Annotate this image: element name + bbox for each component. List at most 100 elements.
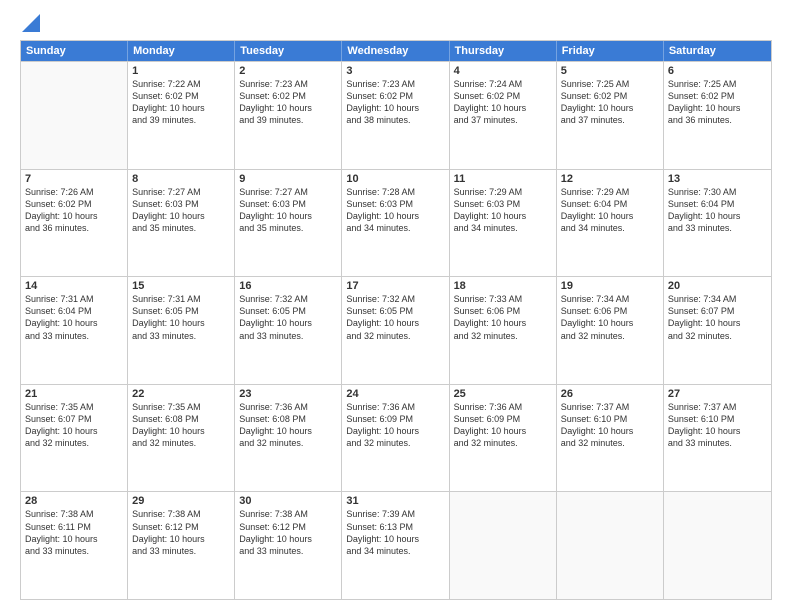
day-number: 2 <box>239 65 337 77</box>
day-header-saturday: Saturday <box>664 41 771 61</box>
week-row-3: 14Sunrise: 7:31 AM Sunset: 6:04 PM Dayli… <box>21 276 771 384</box>
day-cell-26: 26Sunrise: 7:37 AM Sunset: 6:10 PM Dayli… <box>557 385 664 492</box>
day-number: 4 <box>454 65 552 77</box>
calendar-header-row: SundayMondayTuesdayWednesdayThursdayFrid… <box>21 41 771 61</box>
day-cell-6: 6 Sunrise: 7:25 AM Sunset: 6:02 PM Daylig… <box>664 62 771 169</box>
day-cell-1: 1 Sunrise: 7:22 AM Sunset: 6:02 PM Daylig… <box>128 62 235 169</box>
day-header-thursday: Thursday <box>450 41 557 61</box>
day-number: 9 <box>239 173 337 185</box>
day-cell-16: 16 Sunrise: 7:32 AM Sunset: 6:05 PM Dayli… <box>235 277 342 384</box>
calendar-body: 1 Sunrise: 7:22 AM Sunset: 6:02 PM Daylig… <box>21 61 771 599</box>
day-details: Sunrise: 7:31 AM Sunset: 6:05 PM Dayligh… <box>132 294 205 340</box>
week-row-2: 7Sunrise: 7:26 AM Sunset: 6:02 PM Daylig… <box>21 169 771 277</box>
day-number: 27 <box>668 388 767 400</box>
day-details: Sunrise: 7:22 AM Sunset: 6:02 PM Dayligh… <box>132 79 205 125</box>
day-details: Sunrise: 7:36 AM Sunset: 6:09 PM Dayligh… <box>454 402 527 448</box>
day-details: Sunrise: 7:38 AM Sunset: 6:12 PM Dayligh… <box>132 509 205 555</box>
day-header-friday: Friday <box>557 41 664 61</box>
day-cell-24: 24 Sunrise: 7:36 AM Sunset: 6:09 PM Dayli… <box>342 385 449 492</box>
day-cell-9: 9Sunrise: 7:27 AM Sunset: 6:03 PM Daylig… <box>235 170 342 277</box>
day-number: 17 <box>346 280 444 292</box>
day-cell-8: 8Sunrise: 7:27 AM Sunset: 6:03 PM Daylig… <box>128 170 235 277</box>
day-cell-7: 7Sunrise: 7:26 AM Sunset: 6:02 PM Daylig… <box>21 170 128 277</box>
day-cell-31: 31 Sunrise: 7:39 AM Sunset: 6:13 PM Dayli… <box>342 492 449 599</box>
day-number: 11 <box>454 173 552 185</box>
day-cell-18: 18 Sunrise: 7:33 AM Sunset: 6:06 PM Dayli… <box>450 277 557 384</box>
day-details: Sunrise: 7:30 AM Sunset: 6:04 PM Dayligh… <box>668 187 741 233</box>
day-cell-27: 27 Sunrise: 7:37 AM Sunset: 6:10 PM Dayli… <box>664 385 771 492</box>
day-details: Sunrise: 7:28 AM Sunset: 6:03 PM Dayligh… <box>346 187 419 233</box>
day-cell-28: 28 Sunrise: 7:38 AM Sunset: 6:11 PM Dayli… <box>21 492 128 599</box>
day-cell-2: 2 Sunrise: 7:23 AM Sunset: 6:02 PM Daylig… <box>235 62 342 169</box>
empty-cell <box>557 492 664 599</box>
day-cell-25: 25Sunrise: 7:36 AM Sunset: 6:09 PM Dayli… <box>450 385 557 492</box>
day-cell-22: 22 Sunrise: 7:35 AM Sunset: 6:08 PM Dayli… <box>128 385 235 492</box>
day-cell-14: 14Sunrise: 7:31 AM Sunset: 6:04 PM Dayli… <box>21 277 128 384</box>
day-details: Sunrise: 7:32 AM Sunset: 6:05 PM Dayligh… <box>346 294 419 340</box>
day-details: Sunrise: 7:34 AM Sunset: 6:06 PM Dayligh… <box>561 294 634 340</box>
day-number: 19 <box>561 280 659 292</box>
empty-cell <box>450 492 557 599</box>
day-header-wednesday: Wednesday <box>342 41 449 61</box>
day-number: 8 <box>132 173 230 185</box>
day-cell-20: 20 Sunrise: 7:34 AM Sunset: 6:07 PM Dayli… <box>664 277 771 384</box>
day-details: Sunrise: 7:35 AM Sunset: 6:07 PM Dayligh… <box>25 402 98 448</box>
day-number: 16 <box>239 280 337 292</box>
day-number: 1 <box>132 65 230 77</box>
day-cell-5: 5Sunrise: 7:25 AM Sunset: 6:02 PM Daylig… <box>557 62 664 169</box>
day-header-monday: Monday <box>128 41 235 61</box>
day-details: Sunrise: 7:29 AM Sunset: 6:04 PM Dayligh… <box>561 187 634 233</box>
day-details: Sunrise: 7:25 AM Sunset: 6:02 PM Dayligh… <box>668 79 741 125</box>
logo <box>20 18 40 32</box>
empty-cell <box>21 62 128 169</box>
day-number: 28 <box>25 495 123 507</box>
day-number: 23 <box>239 388 337 400</box>
day-cell-19: 19 Sunrise: 7:34 AM Sunset: 6:06 PM Dayli… <box>557 277 664 384</box>
day-details: Sunrise: 7:23 AM Sunset: 6:02 PM Dayligh… <box>346 79 419 125</box>
day-header-sunday: Sunday <box>21 41 128 61</box>
day-details: Sunrise: 7:34 AM Sunset: 6:07 PM Dayligh… <box>668 294 741 340</box>
day-cell-30: 30 Sunrise: 7:38 AM Sunset: 6:12 PM Dayli… <box>235 492 342 599</box>
logo-triangle-icon <box>22 14 40 32</box>
day-number: 15 <box>132 280 230 292</box>
day-number: 20 <box>668 280 767 292</box>
day-cell-11: 11 Sunrise: 7:29 AM Sunset: 6:03 PM Dayli… <box>450 170 557 277</box>
day-cell-17: 17 Sunrise: 7:32 AM Sunset: 6:05 PM Dayli… <box>342 277 449 384</box>
day-cell-21: 21 Sunrise: 7:35 AM Sunset: 6:07 PM Dayli… <box>21 385 128 492</box>
day-number: 18 <box>454 280 552 292</box>
day-details: Sunrise: 7:37 AM Sunset: 6:10 PM Dayligh… <box>561 402 634 448</box>
calendar: SundayMondayTuesdayWednesdayThursdayFrid… <box>20 40 772 600</box>
day-header-tuesday: Tuesday <box>235 41 342 61</box>
day-cell-12: 12Sunrise: 7:29 AM Sunset: 6:04 PM Dayli… <box>557 170 664 277</box>
day-cell-29: 29Sunrise: 7:38 AM Sunset: 6:12 PM Dayli… <box>128 492 235 599</box>
day-number: 13 <box>668 173 767 185</box>
day-number: 5 <box>561 65 659 77</box>
day-details: Sunrise: 7:32 AM Sunset: 6:05 PM Dayligh… <box>239 294 312 340</box>
day-number: 30 <box>239 495 337 507</box>
day-details: Sunrise: 7:33 AM Sunset: 6:06 PM Dayligh… <box>454 294 527 340</box>
day-number: 31 <box>346 495 444 507</box>
day-details: Sunrise: 7:35 AM Sunset: 6:08 PM Dayligh… <box>132 402 205 448</box>
day-details: Sunrise: 7:23 AM Sunset: 6:02 PM Dayligh… <box>239 79 312 125</box>
day-number: 22 <box>132 388 230 400</box>
week-row-1: 1 Sunrise: 7:22 AM Sunset: 6:02 PM Daylig… <box>21 61 771 169</box>
day-details: Sunrise: 7:29 AM Sunset: 6:03 PM Dayligh… <box>454 187 527 233</box>
header <box>20 18 772 32</box>
day-number: 6 <box>668 65 767 77</box>
day-details: Sunrise: 7:39 AM Sunset: 6:13 PM Dayligh… <box>346 509 419 555</box>
day-cell-13: 13 Sunrise: 7:30 AM Sunset: 6:04 PM Dayli… <box>664 170 771 277</box>
day-details: Sunrise: 7:38 AM Sunset: 6:11 PM Dayligh… <box>25 509 98 555</box>
day-details: Sunrise: 7:38 AM Sunset: 6:12 PM Dayligh… <box>239 509 312 555</box>
week-row-5: 28 Sunrise: 7:38 AM Sunset: 6:11 PM Dayli… <box>21 491 771 599</box>
day-details: Sunrise: 7:36 AM Sunset: 6:09 PM Dayligh… <box>346 402 419 448</box>
day-number: 3 <box>346 65 444 77</box>
week-row-4: 21 Sunrise: 7:35 AM Sunset: 6:07 PM Dayli… <box>21 384 771 492</box>
day-number: 7 <box>25 173 123 185</box>
day-number: 24 <box>346 388 444 400</box>
day-number: 21 <box>25 388 123 400</box>
day-details: Sunrise: 7:37 AM Sunset: 6:10 PM Dayligh… <box>668 402 741 448</box>
day-cell-4: 4Sunrise: 7:24 AM Sunset: 6:02 PM Daylig… <box>450 62 557 169</box>
day-details: Sunrise: 7:31 AM Sunset: 6:04 PM Dayligh… <box>25 294 98 340</box>
empty-cell <box>664 492 771 599</box>
day-details: Sunrise: 7:36 AM Sunset: 6:08 PM Dayligh… <box>239 402 312 448</box>
